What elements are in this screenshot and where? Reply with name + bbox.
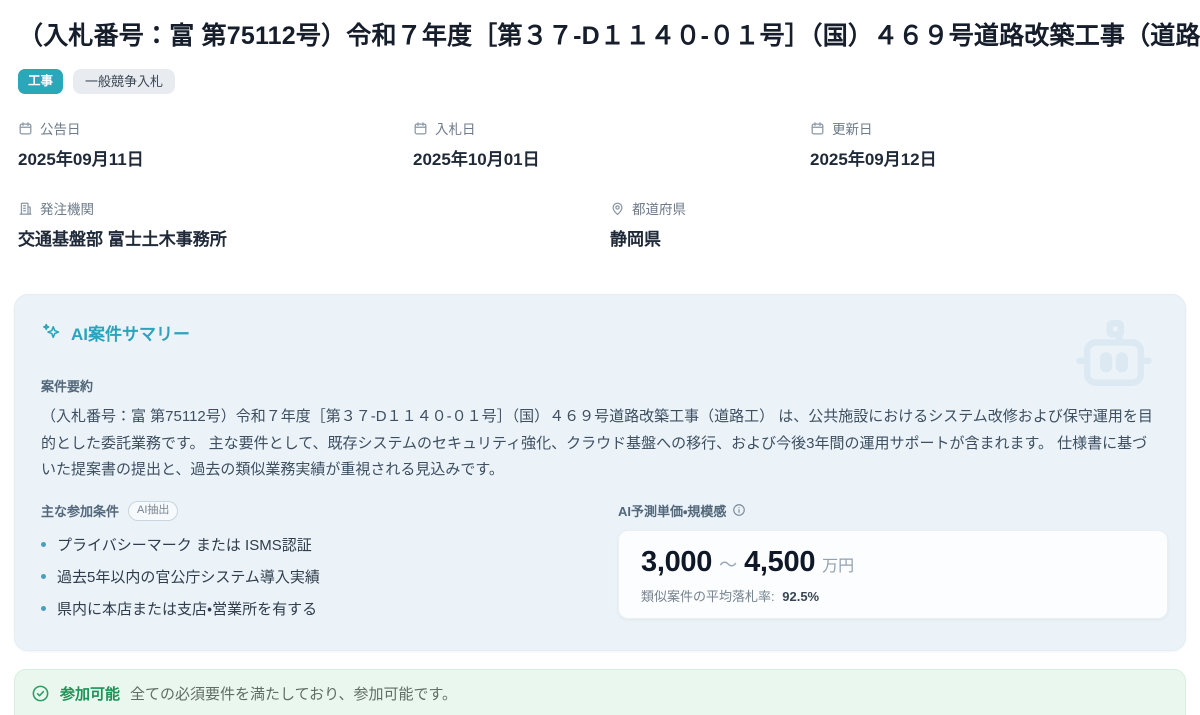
field-label-text: 更新日 — [832, 118, 873, 138]
ai-summary-title: AI案件サマリー — [71, 320, 190, 345]
page-title: （入札番号：富 第75112号）令和７年度［第３７-D１１４０-０１号］（国）４… — [14, 16, 1186, 52]
field-label-text: 公告日 — [40, 118, 81, 138]
status-badge: 参加可能 — [60, 683, 120, 704]
field-value-text: 2025年09月11日 — [18, 145, 413, 170]
category-badge: 工事 — [18, 69, 63, 94]
info-icon[interactable] — [732, 503, 746, 517]
conditions-list: プライバシーマーク または ISMS認証 過去5年以内の官公庁システム導入実績 … — [41, 534, 618, 619]
calendar-icon — [413, 121, 428, 136]
summary-section-label: 案件要約 — [41, 376, 1159, 395]
field-value-text: 交通基盤部 富士土木事務所 — [18, 225, 610, 250]
robot-icon — [1063, 311, 1165, 403]
rate-value: 92.5% — [782, 589, 819, 604]
summary-text: （入札番号：富 第75112号）令和７年度［第３７-D１１４０-０１号］（国）４… — [41, 404, 1159, 484]
field-bid-date: 入札日 2025年10月01日 — [413, 118, 810, 170]
field-value-text: 2025年09月12日 — [810, 145, 1186, 170]
field-value-text: 2025年10月01日 — [413, 145, 810, 170]
building-icon — [18, 201, 33, 216]
list-item: 過去5年以内の官公庁システム導入実績 — [41, 566, 618, 587]
price-estimate-card: 3,000 ～ 4,500 万円 類似案件の平均落札率: 92.5% — [618, 530, 1168, 619]
badge-row: 工事 一般競争入札 — [14, 69, 1186, 94]
price-low: 3,000 — [641, 546, 712, 579]
bid-method-badge: 一般競争入札 — [73, 69, 175, 94]
participation-conditions: 主な参加条件 AI抽出 プライバシーマーク または ISMS認証 過去5年以内の… — [41, 501, 618, 630]
condition-text: 県内に本店または支店・営業所を有する — [57, 598, 317, 619]
list-item: 県内に本店または支店・営業所を有する — [41, 598, 618, 619]
status-message: 全ての必須要件を満たしており、参加可能です。 — [130, 683, 457, 704]
eligibility-banner: 参加可能 全ての必須要件を満たしており、参加可能です。 確認事項: 最新の納税証… — [14, 669, 1186, 715]
field-announcement-date: 公告日 2025年09月11日 — [18, 118, 413, 170]
field-label-text: 都道府県 — [632, 198, 686, 218]
bullet-dot — [41, 574, 46, 579]
meta-row-org: 発注機関 交通基盤部 富士土木事務所 都道府県 静岡県 — [14, 198, 1186, 250]
ai-extracted-badge: AI抽出 — [128, 501, 178, 521]
price-prediction: AI予測単価・規模感 3,000 ～ 4,500 万円 類似案件の平均落札率: … — [618, 501, 1168, 630]
conditions-label: 主な参加条件 — [41, 501, 119, 520]
price-high: 4,500 — [744, 546, 815, 579]
ai-summary-header: AI案件サマリー — [41, 320, 1159, 345]
field-label-text: 発注機関 — [40, 198, 94, 218]
ai-summary-card: AI案件サマリー 案件要約 （入札番号：富 第75112号）令和７年度［第３７-… — [14, 294, 1186, 651]
field-ordering-agency: 発注機関 交通基盤部 富士土木事務所 — [18, 198, 610, 250]
field-update-date: 更新日 2025年09月12日 — [810, 118, 1186, 170]
sparkles-icon — [41, 322, 62, 343]
field-value-text: 静岡県 — [610, 225, 1186, 250]
rate-label: 類似案件の平均落札率: — [641, 589, 775, 604]
condition-text: プライバシーマーク または ISMS認証 — [57, 534, 312, 555]
map-pin-icon — [610, 201, 625, 216]
bid-detail-page: （入札番号：富 第75112号）令和７年度［第３７-D１１４０-０１号］（国）４… — [0, 0, 1200, 715]
calendar-icon — [810, 121, 825, 136]
price-separator: ～ — [719, 551, 737, 577]
list-item: プライバシーマーク または ISMS認証 — [41, 534, 618, 555]
calendar-icon — [18, 121, 33, 136]
bullet-dot — [41, 542, 46, 547]
check-circle-icon — [31, 684, 50, 703]
price-unit: 万円 — [822, 552, 854, 576]
prediction-label: AI予測単価・規模感 — [618, 501, 726, 520]
condition-text: 過去5年以内の官公庁システム導入実績 — [57, 566, 320, 587]
field-label-text: 入札日 — [435, 118, 476, 138]
bullet-dot — [41, 606, 46, 611]
meta-row-dates: 公告日 2025年09月11日 入札日 2025年10月01日 更新日 2025… — [14, 118, 1186, 170]
field-prefecture: 都道府県 静岡県 — [610, 198, 1186, 250]
